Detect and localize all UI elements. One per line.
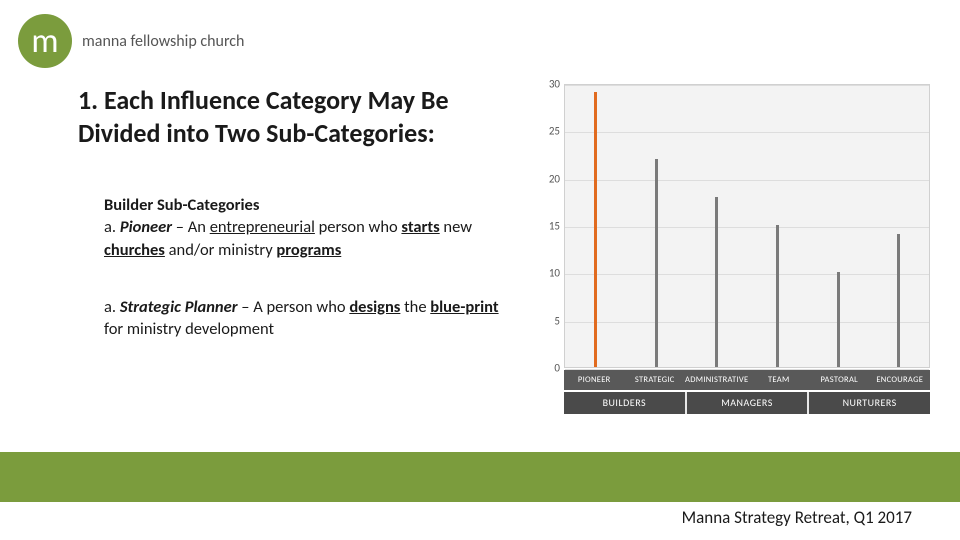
strategic-planner-line: a. Strategic Planner – A person who desi… xyxy=(104,296,514,341)
slide-heading: 1. Each Influence Category May Be Divide… xyxy=(78,84,508,149)
chart-bar xyxy=(776,225,779,367)
footer-bar xyxy=(0,452,960,502)
logo-circle-icon: m xyxy=(18,14,72,68)
chart-group-label: BUILDERS xyxy=(564,392,687,414)
chart-bar xyxy=(897,234,900,367)
chart-ytick: 10 xyxy=(530,267,560,280)
slide: m manna fellowship church 1. Each Influe… xyxy=(0,0,960,540)
chart-ytick: 0 xyxy=(530,362,560,375)
chart-xlabel: ADMINISTRATIVE xyxy=(685,370,749,390)
chart-bar xyxy=(837,272,840,367)
influence-chart: 051015202530 PIONEERSTRATEGICADMINISTRAT… xyxy=(530,84,930,414)
chart-ytick: 30 xyxy=(530,78,560,91)
chart-bar xyxy=(715,197,718,367)
chart-x-labels: PIONEERSTRATEGICADMINISTRATIVETEAMPASTOR… xyxy=(564,370,930,390)
strategic-planner-block: a. Strategic Planner – A person who desi… xyxy=(104,296,514,341)
chart-xlabel: PASTORAL xyxy=(809,370,870,390)
chart-xlabel: ENCOURAGE xyxy=(870,370,931,390)
footer-text: Manna Strategy Retreat, Q1 2017 xyxy=(682,507,912,528)
logo-text: manna fellowship church xyxy=(82,32,244,51)
logo: m manna fellowship church xyxy=(18,14,244,68)
chart-xlabel: PIONEER xyxy=(564,370,625,390)
builder-title: Builder Sub-Categories xyxy=(104,194,514,216)
chart-group-labels: BUILDERSMANAGERSNURTURERS xyxy=(564,392,930,414)
pioneer-line: a. Pioneer – An entrepreneurial person w… xyxy=(104,216,514,261)
chart-ytick: 25 xyxy=(530,125,560,138)
chart-ytick: 15 xyxy=(530,220,560,233)
chart-xlabel: STRATEGIC xyxy=(625,370,686,390)
chart-ytick: 20 xyxy=(530,172,560,185)
chart-plot-area xyxy=(564,84,930,368)
chart-group-label: NURTURERS xyxy=(809,392,930,414)
chart-group-label: MANAGERS xyxy=(687,392,810,414)
chart-bar xyxy=(655,159,658,367)
builder-subcategories-block: Builder Sub-Categories a. Pioneer – An e… xyxy=(104,194,514,261)
chart-ytick: 5 xyxy=(530,314,560,327)
chart-xlabel: TEAM xyxy=(749,370,810,390)
chart-bar xyxy=(594,92,597,367)
